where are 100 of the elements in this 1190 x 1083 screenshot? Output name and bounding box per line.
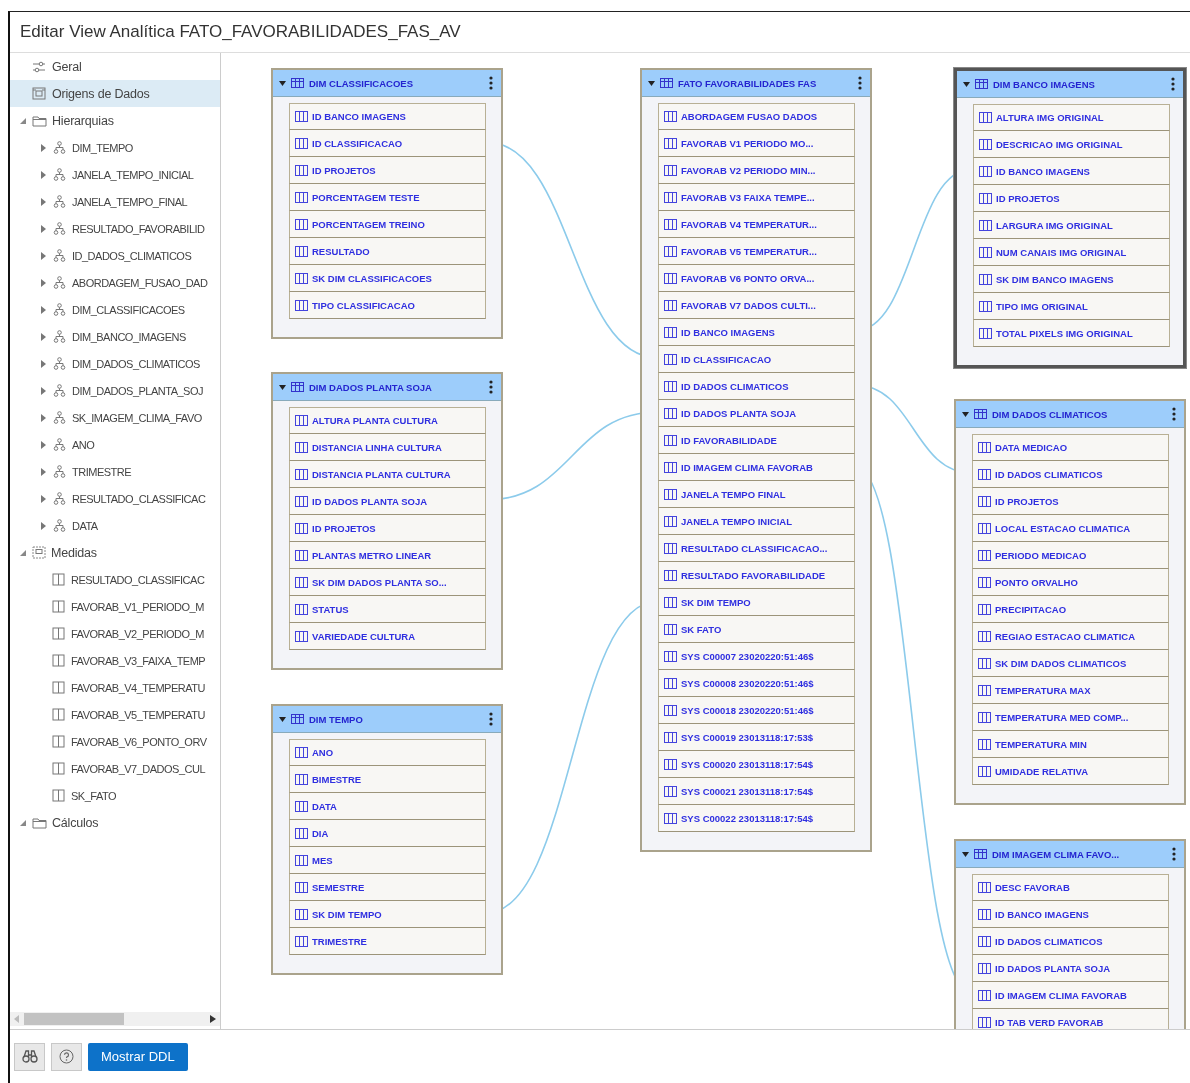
- expand-icon[interactable]: [39, 467, 47, 476]
- column-row[interactable]: ID BANCO IMAGENS: [658, 319, 855, 346]
- column-row[interactable]: DESCRICAO IMG ORIGINAL: [973, 131, 1170, 158]
- menu-icon[interactable]: [1171, 77, 1175, 91]
- expand-icon[interactable]: [39, 143, 47, 152]
- column-row[interactable]: ALTURA PLANTA CULTURA: [289, 407, 486, 434]
- column-row[interactable]: SYS C00021 23013118:17:54$: [658, 778, 855, 805]
- menu-icon[interactable]: [858, 76, 862, 90]
- collapse-icon[interactable]: [279, 384, 286, 390]
- column-row[interactable]: ID FAVORABILIDADE: [658, 427, 855, 454]
- expand-icon[interactable]: [39, 521, 47, 530]
- column-row[interactable]: PERIODO MEDICAO: [972, 542, 1169, 569]
- column-row[interactable]: MES: [289, 847, 486, 874]
- column-row[interactable]: ID DADOS CLIMATICOS: [972, 928, 1169, 955]
- column-row[interactable]: PRECIPITACAO: [972, 596, 1169, 623]
- table-card[interactable]: DIM IMAGEM CLIMA FAVO... DESC FAVORAB ID BANCO IMAGENS ID DADOS CLIMATICOS ID DADOS PLANTA SOJA ID IMAGEM CLIMA FAVORAB ID TAB VERD FAVORAB: [954, 839, 1186, 1029]
- column-row[interactable]: VARIEDADE CULTURA: [289, 623, 486, 650]
- column-row[interactable]: ANO: [289, 739, 486, 766]
- column-row[interactable]: LARGURA IMG ORIGINAL: [973, 212, 1170, 239]
- menu-icon[interactable]: [489, 712, 493, 726]
- column-row[interactable]: JANELA TEMPO INICIAL: [658, 508, 855, 535]
- column-row[interactable]: SYS C00019 23013118:17:53$: [658, 724, 855, 751]
- expand-icon[interactable]: [39, 251, 47, 260]
- column-row[interactable]: PONTO ORVALHO: [972, 569, 1169, 596]
- column-row[interactable]: ID IMAGEM CLIMA FAVORAB: [658, 454, 855, 481]
- expand-icon[interactable]: [39, 440, 47, 449]
- column-row[interactable]: TIPO CLASSIFICACAO: [289, 292, 486, 319]
- column-row[interactable]: ID PROJETOS: [972, 488, 1169, 515]
- column-row[interactable]: SK DIM DADOS CLIMATICOS: [972, 650, 1169, 677]
- measure-item[interactable]: FAVORAB_V4_TEMPERATU: [71, 681, 205, 694]
- hierarchy-item[interactable]: ANO: [72, 438, 95, 451]
- table-card[interactable]: DIM DADOS PLANTA SOJA ALTURA PLANTA CULTURA DISTANCIA LINHA CULTURA DISTANCIA PLANTA CULTURA ID DADOS PLANTA SOJA ID PROJETOS PLANTAS METRO LINEAR SK DIM DADOS PLANTA SO... STATUS VARIEDADE CULTURA: [271, 372, 503, 670]
- expand-icon[interactable]: [39, 332, 47, 341]
- column-row[interactable]: TRIMESTRE: [289, 928, 486, 955]
- hierarchy-item[interactable]: DIM_DADOS_PLANTA_SOJ: [72, 384, 203, 397]
- measure-item[interactable]: RESULTADO_CLASSIFICAC: [71, 573, 205, 586]
- expand-icon[interactable]: [39, 494, 47, 503]
- measure-item[interactable]: FAVORAB_V3_FAIXA_TEMP: [71, 654, 206, 667]
- tree-folder[interactable]: Cálculos: [52, 815, 99, 830]
- expand-icon[interactable]: [39, 305, 47, 314]
- hierarchy-item[interactable]: DIM_DADOS_CLIMATICOS: [72, 357, 200, 370]
- column-row[interactable]: STATUS: [289, 596, 486, 623]
- column-row[interactable]: ID PROJETOS: [973, 185, 1170, 212]
- column-row[interactable]: SK DIM TEMPO: [658, 589, 855, 616]
- hierarchy-item[interactable]: SK_IMAGEM_CLIMA_FAVO: [72, 411, 202, 424]
- column-row[interactable]: DISTANCIA LINHA CULTURA: [289, 434, 486, 461]
- column-row[interactable]: PORCENTAGEM TREINO: [289, 211, 486, 238]
- hierarchy-item[interactable]: DIM_BANCO_IMAGENS: [72, 330, 186, 343]
- column-row[interactable]: SEMESTRE: [289, 874, 486, 901]
- column-row[interactable]: ID PROJETOS: [289, 157, 486, 184]
- sidebar-item[interactable]: Geral: [10, 53, 220, 80]
- column-row[interactable]: LOCAL ESTACAO CLIMATICA: [972, 515, 1169, 542]
- column-row[interactable]: ID BANCO IMAGENS: [973, 158, 1170, 185]
- hierarchy-item[interactable]: ID_DADOS_CLIMATICOS: [72, 249, 192, 262]
- column-row[interactable]: FAVORAB V5 TEMPERATUR...: [658, 238, 855, 265]
- column-row[interactable]: DIA: [289, 820, 486, 847]
- column-row[interactable]: ID DADOS PLANTA SOJA: [972, 955, 1169, 982]
- horizontal-scrollbar[interactable]: [10, 1012, 220, 1026]
- column-row[interactable]: NUM CANAIS IMG ORIGINAL: [973, 239, 1170, 266]
- column-row[interactable]: ABORDAGEM FUSAO DADOS: [658, 103, 855, 130]
- column-row[interactable]: FAVORAB V4 TEMPERATUR...: [658, 211, 855, 238]
- hierarchy-item[interactable]: ABORDAGEM_FUSAO_DAD: [72, 276, 208, 289]
- column-row[interactable]: SK FATO: [658, 616, 855, 643]
- sidebar-item[interactable]: Origens de Dados: [10, 80, 220, 107]
- hierarchy-item[interactable]: DIM_CLASSIFICACOES: [72, 303, 185, 316]
- column-row[interactable]: BIMESTRE: [289, 766, 486, 793]
- column-row[interactable]: ID DADOS PLANTA SOJA: [289, 488, 486, 515]
- show-ddl-button[interactable]: Mostrar DDL: [88, 1042, 188, 1071]
- column-row[interactable]: SYS C00007 23020220:51:46$: [658, 643, 855, 670]
- column-row[interactable]: RESULTADO FAVORABILIDADE: [658, 562, 855, 589]
- column-row[interactable]: RESULTADO CLASSIFICACAO...: [658, 535, 855, 562]
- column-row[interactable]: PORCENTAGEM TESTE: [289, 184, 486, 211]
- measure-item[interactable]: FAVORAB_V6_PONTO_ORV: [71, 735, 207, 748]
- table-card[interactable]: DIM CLASSIFICACOES ID BANCO IMAGENS ID CLASSIFICACAO ID PROJETOS PORCENTAGEM TESTE PORCENTAGEM TREINO RESULTADO SK DIM CLASSIFICACOES TIPO CLASSIFICACAO: [271, 68, 503, 339]
- column-row[interactable]: ID TAB VERD FAVORAB: [972, 1009, 1169, 1029]
- column-row[interactable]: DISTANCIA PLANTA CULTURA: [289, 461, 486, 488]
- column-row[interactable]: TEMPERATURA MAX: [972, 677, 1169, 704]
- measure-item[interactable]: FAVORAB_V1_PERIODO_M: [71, 600, 204, 613]
- tree-folder[interactable]: Hierarquias: [52, 113, 114, 128]
- column-row[interactable]: ID IMAGEM CLIMA FAVORAB: [972, 982, 1169, 1009]
- menu-icon[interactable]: [489, 380, 493, 394]
- column-row[interactable]: SK DIM CLASSIFICACOES: [289, 265, 486, 292]
- column-row[interactable]: ID DADOS CLIMATICOS: [658, 373, 855, 400]
- column-row[interactable]: UMIDADE RELATIVA: [972, 758, 1169, 785]
- expand-icon[interactable]: [39, 386, 47, 395]
- expand-icon[interactable]: [39, 197, 47, 206]
- column-row[interactable]: SYS C00018 23020220:51:46$: [658, 697, 855, 724]
- collapse-icon[interactable]: [279, 716, 286, 722]
- measure-item[interactable]: FAVORAB_V5_TEMPERATU: [71, 708, 205, 721]
- column-row[interactable]: FAVORAB V6 PONTO ORVA...: [658, 265, 855, 292]
- column-row[interactable]: ID BANCO IMAGENS: [289, 103, 486, 130]
- hierarchy-item[interactable]: TRIMESTRE: [72, 465, 132, 478]
- hierarchy-item[interactable]: JANELA_TEMPO_INICIAL: [72, 168, 194, 181]
- column-row[interactable]: TIPO IMG ORIGINAL: [973, 293, 1170, 320]
- column-row[interactable]: SK DIM TEMPO: [289, 901, 486, 928]
- column-row[interactable]: SK DIM BANCO IMAGENS: [973, 266, 1170, 293]
- column-row[interactable]: ID CLASSIFICACAO: [289, 130, 486, 157]
- expand-icon[interactable]: [39, 413, 47, 422]
- column-row[interactable]: TOTAL PIXELS IMG ORIGINAL: [973, 320, 1170, 347]
- column-row[interactable]: FAVORAB V3 FAIXA TEMPE...: [658, 184, 855, 211]
